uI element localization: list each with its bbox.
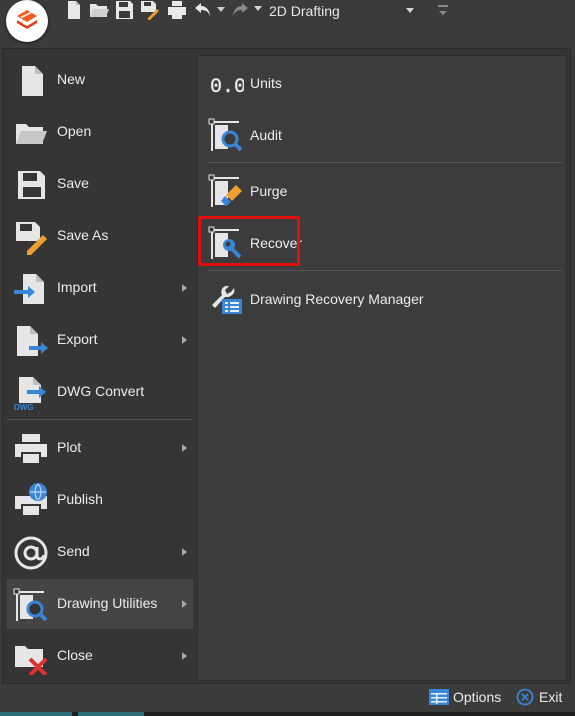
application-menu-left-pane: New Open Save Save As Import Export DWG … <box>3 49 193 683</box>
menu-item-label: Send <box>57 543 90 559</box>
menu-item-label: Export <box>57 331 98 347</box>
svg-text:DWG: DWG <box>14 403 34 411</box>
exit-button[interactable]: Exit <box>516 686 566 708</box>
units-icon: 0.0 <box>210 76 244 99</box>
app-logo-button[interactable] <box>6 0 48 42</box>
menu-item-plot[interactable]: Plot <box>7 423 193 473</box>
menu-item-label: Publish <box>57 491 103 507</box>
customize-toolbar-icon[interactable] <box>437 4 449 18</box>
submenu-item-audit[interactable]: Audit <box>202 110 562 160</box>
import-icon <box>14 274 44 304</box>
application-menu-footer: Options Exit <box>0 684 575 710</box>
menu-item-label: DWG Convert <box>57 383 145 399</box>
menu-item-label: New <box>57 71 86 87</box>
chevron-down-icon <box>406 8 414 13</box>
menu-item-label: Close <box>57 647 93 663</box>
save-icon <box>18 171 45 199</box>
save-as-icon <box>16 222 47 255</box>
new-file-icon <box>22 66 43 96</box>
menu-item-save[interactable]: Save <box>7 159 193 209</box>
options-icon <box>429 689 449 705</box>
menu-item-import[interactable]: Import <box>7 263 193 313</box>
submenu-item-label: Units <box>250 75 282 91</box>
submenu-arrow-icon <box>182 652 187 660</box>
recover-highlight-box <box>198 216 300 266</box>
menu-item-new[interactable]: New <box>7 55 193 105</box>
app-logo-icon <box>17 10 37 29</box>
workspace-caret-icon <box>254 6 262 11</box>
undo-dropdown-icon[interactable] <box>217 7 225 12</box>
send-icon <box>14 536 48 570</box>
drawing-utilities-icon <box>13 588 48 622</box>
menu-item-export[interactable]: Export <box>7 315 193 365</box>
qat-new-icon[interactable] <box>64 0 84 20</box>
menu-item-label: Plot <box>57 439 82 455</box>
close-file-icon <box>15 646 48 675</box>
qat-save-as-icon[interactable] <box>139 0 159 20</box>
qat-save-icon[interactable] <box>114 0 134 20</box>
menu-item-drawing-utilities[interactable]: Drawing Utilities <box>7 579 193 629</box>
submenu-separator <box>208 270 562 271</box>
drawing-recovery-manager-icon <box>212 285 242 314</box>
audit-icon <box>208 118 243 152</box>
menu-item-label: Import <box>57 279 97 295</box>
submenu-item-drawing-recovery-manager[interactable]: Drawing Recovery Manager <box>202 274 562 324</box>
dwg-convert-icon: DWG <box>13 377 47 411</box>
menu-item-save-as[interactable]: Save As <box>7 211 193 261</box>
drawing-utilities-submenu: 0.0 Units Audit Purge Recover Drawing Re… <box>197 55 567 681</box>
application-menu: New Open Save Save As Import Export DWG … <box>2 48 571 684</box>
exit-label: Exit <box>539 689 563 705</box>
submenu-arrow-icon <box>182 284 187 292</box>
exit-icon <box>516 688 534 706</box>
qat-redo-icon[interactable] <box>230 0 250 20</box>
taskbar-strip <box>0 712 575 716</box>
taskbar-segment <box>0 712 72 716</box>
submenu-separator <box>208 162 562 163</box>
submenu-item-label: Drawing Recovery Manager <box>250 291 424 307</box>
menu-item-send[interactable]: Send <box>7 527 193 577</box>
menu-item-close[interactable]: Close <box>7 631 193 681</box>
export-icon <box>17 326 48 356</box>
options-button[interactable]: Options <box>429 686 503 708</box>
menu-item-label: Open <box>57 123 92 139</box>
quick-access-toolbar: 2D Drafting <box>0 0 575 46</box>
workspace-selector[interactable]: 2D Drafting <box>254 0 420 22</box>
submenu-arrow-icon <box>182 336 187 344</box>
submenu-item-label: Purge <box>250 183 288 199</box>
menu-item-label: Save <box>57 175 89 191</box>
menu-item-publish[interactable]: Publish <box>7 475 193 525</box>
menu-item-dwg-convert[interactable]: DWG DWG Convert <box>7 367 193 417</box>
taskbar-segment <box>78 712 144 716</box>
menu-item-open[interactable]: Open <box>7 107 193 157</box>
submenu-arrow-icon <box>182 444 187 452</box>
plot-icon <box>15 434 47 465</box>
open-folder-icon <box>16 124 47 144</box>
submenu-arrow-icon <box>182 600 187 608</box>
qat-open-icon[interactable] <box>89 0 109 20</box>
submenu-item-label: Audit <box>250 127 282 143</box>
svg-text:0.0: 0.0 <box>210 76 244 99</box>
qat-undo-icon[interactable] <box>193 0 213 20</box>
publish-icon <box>15 483 47 517</box>
qat-print-icon[interactable] <box>167 0 187 20</box>
options-label: Options <box>453 689 502 705</box>
menu-item-label: Drawing Utilities <box>57 595 158 611</box>
submenu-arrow-icon <box>182 548 187 556</box>
menu-separator <box>7 419 193 420</box>
purge-icon <box>208 174 242 207</box>
menu-item-label: Save As <box>57 227 109 243</box>
submenu-item-units[interactable]: 0.0 Units <box>202 58 562 108</box>
workspace-label: 2D Drafting <box>269 3 340 19</box>
submenu-item-purge[interactable]: Purge <box>202 166 562 216</box>
